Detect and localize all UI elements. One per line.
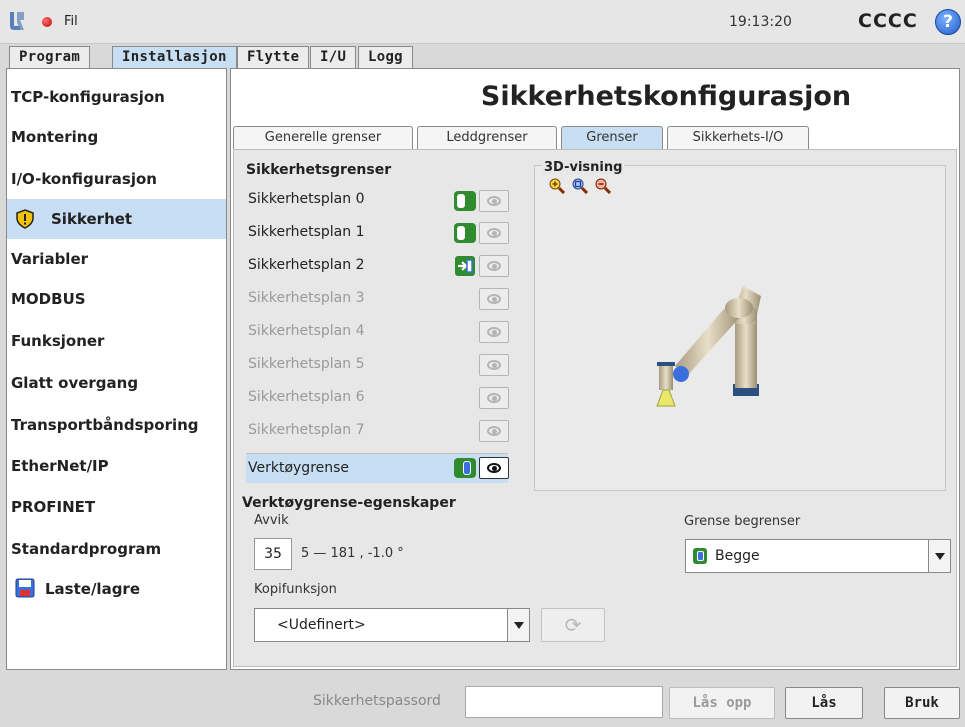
status-dot-icon — [42, 17, 52, 27]
sidebar-item-label: Sikkerhet — [51, 210, 133, 228]
plane-5-eye-icon[interactable] — [479, 354, 509, 376]
sidebar-item-variabler[interactable]: Variabler — [7, 239, 226, 279]
lock-button[interactable]: Lås — [785, 687, 863, 719]
chevron-down-icon[interactable] — [507, 609, 529, 641]
plane-4-eye-icon[interactable] — [479, 321, 509, 343]
sidebar-item-ethernet-ip[interactable]: EtherNet/IP — [7, 446, 226, 486]
zoom-fit-icon[interactable] — [572, 178, 588, 194]
tool-limit-eye-icon[interactable] — [479, 457, 509, 479]
plane-1-label: Sikkerhetsplan 1 — [248, 224, 365, 240]
chevron-down-icon[interactable] — [928, 540, 950, 572]
limit-restrict-label: Grense begrenser — [684, 514, 801, 529]
plane-0-label: Sikkerhetsplan 0 — [248, 191, 365, 207]
plane-7-label: Sikkerhetsplan 7 — [248, 422, 365, 438]
sidebar-item-modbus[interactable]: MODBUS — [7, 279, 226, 319]
password-input[interactable] — [465, 686, 663, 718]
tab-logg[interactable]: Logg — [358, 46, 413, 69]
sidebar-item-standardprogram[interactable]: Standardprogram — [7, 529, 226, 569]
top-bar: Fil 19:13:20 CCCC ? — [0, 0, 965, 44]
password-label: Sikkerhetspassord — [313, 693, 441, 709]
plane-5-label: Sikkerhetsplan 5 — [248, 356, 365, 372]
tab-generelle-grenser[interactable]: Generelle grenser — [233, 126, 413, 150]
zoom-in-icon[interactable] — [549, 178, 565, 194]
plane-1-eye-icon[interactable] — [479, 222, 509, 244]
tab-grenser[interactable]: Grenser — [561, 126, 663, 150]
copy-function-value: <Udefinert> — [277, 617, 366, 633]
sidebar-item-tcp[interactable]: TCP-konfigurasjon — [7, 77, 226, 117]
page-title: Sikkerhetskonfigurasjon — [480, 81, 852, 112]
plane-6-eye-icon[interactable] — [479, 387, 509, 409]
sidebar-item-funksjoner[interactable]: Funksjoner — [7, 321, 226, 361]
sidebar-item-laste-lagre[interactable]: Laste/lagre — [7, 569, 226, 609]
sidebar-item-glatt-overgang[interactable]: Glatt overgang — [7, 363, 226, 403]
copy-function-select[interactable]: <Udefinert> — [254, 608, 530, 642]
clock: 19:13:20 — [729, 14, 792, 30]
plane-2-eye-icon[interactable] — [479, 255, 509, 277]
sidebar-item-transportband[interactable]: Transportbåndsporing — [7, 405, 226, 445]
plane-6-label: Sikkerhetsplan 6 — [248, 389, 365, 405]
plane-0-toggle[interactable] — [454, 191, 476, 211]
sidebar-item-profinet[interactable]: PROFINET — [7, 487, 226, 527]
apply-button[interactable]: Bruk — [884, 687, 960, 719]
limit-toggle-icon — [693, 548, 707, 564]
tab-installasjon[interactable]: Installasjon — [112, 46, 237, 70]
sidebar-item-label: Laste/lagre — [45, 580, 141, 598]
ur-logo-icon — [10, 12, 24, 30]
refresh-icon: ⟳ — [564, 613, 582, 637]
plane-0-eye-icon[interactable] — [479, 190, 509, 212]
3d-view[interactable] — [534, 165, 946, 491]
disk-icon — [15, 578, 35, 598]
plane-2-label: Sikkerhetsplan 2 — [248, 257, 365, 273]
3d-view-label: 3D-visning — [542, 160, 625, 175]
tab-io[interactable]: I/U — [310, 46, 357, 69]
robot-name: CCCC — [858, 10, 918, 32]
sidebar-item-montering[interactable]: Montering — [7, 117, 226, 157]
content-area: Sikkerhetskonfigurasjon Generelle grense… — [230, 68, 960, 670]
deviation-label: Avvik — [254, 513, 289, 528]
help-icon[interactable]: ? — [935, 9, 961, 35]
limit-restrict-value: Begge — [715, 548, 760, 564]
tab-program[interactable]: Program — [9, 46, 91, 69]
trigger-plane-icon[interactable] — [454, 255, 476, 277]
limits-heading: Sikkerhetsgrenser — [246, 162, 392, 178]
props-heading: Verktøygrense-egenskaper — [242, 495, 456, 511]
tool-limit-label: Verktøygrense — [248, 460, 350, 476]
tab-flytte[interactable]: Flytte — [237, 46, 310, 69]
plane-3-label: Sikkerhetsplan 3 — [248, 290, 365, 306]
limits-panel: Sikkerhetsgrenser Sikkerhetsplan 0 Sikke… — [233, 149, 957, 667]
deviation-input[interactable]: 35 — [254, 538, 292, 570]
deviation-range: 5 — 181 , -1.0 ° — [301, 546, 404, 561]
plane-1-toggle[interactable] — [454, 223, 476, 243]
limit-restrict-select[interactable]: Begge — [685, 539, 951, 573]
robot-arm-icon — [656, 286, 761, 407]
plane-7-eye-icon[interactable] — [479, 420, 509, 442]
sidebar: TCP-konfigurasjon Montering I/O-konfigur… — [6, 68, 227, 670]
plane-3-eye-icon[interactable] — [479, 288, 509, 310]
sidebar-item-sikkerhet[interactable]: Sikkerhet — [7, 199, 226, 239]
copy-function-label: Kopifunksjon — [254, 582, 337, 597]
tab-sikkerhets-io[interactable]: Sikkerhets-I/O — [667, 126, 809, 150]
file-menu[interactable]: Fil — [64, 14, 78, 29]
unlock-button[interactable]: Lås opp — [669, 687, 775, 719]
shield-icon — [16, 209, 34, 229]
refresh-button[interactable]: ⟳ — [541, 608, 605, 642]
plane-4-label: Sikkerhetsplan 4 — [248, 323, 365, 339]
zoom-out-icon[interactable] — [595, 178, 611, 194]
tab-leddgrenser[interactable]: Leddgrenser — [417, 126, 557, 150]
tool-limit-toggle[interactable] — [454, 458, 476, 478]
sidebar-item-io-config[interactable]: I/O-konfigurasjon — [7, 159, 226, 199]
